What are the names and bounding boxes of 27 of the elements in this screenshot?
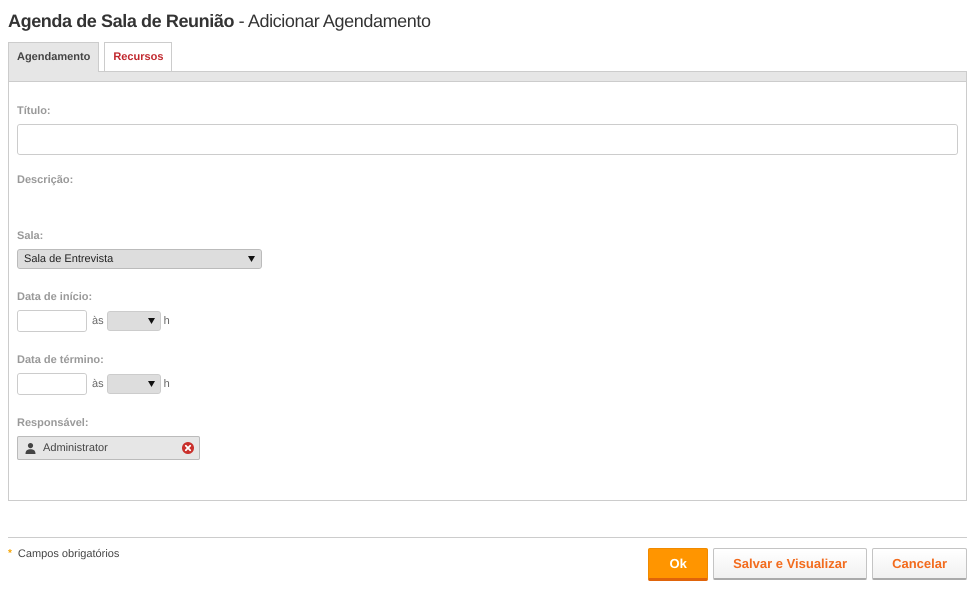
field-label: Título: (17, 105, 52, 118)
remove-icon[interactable] (182, 442, 194, 454)
caret-icon (248, 256, 255, 262)
field-label: Responsável: (17, 417, 90, 430)
hour-unit: h (164, 314, 170, 329)
date-input[interactable] (17, 373, 87, 395)
tab[interactable]: Agendamento (8, 42, 100, 72)
field-label: Descrição: (17, 174, 74, 187)
hour-select[interactable] (106, 311, 161, 331)
user-field[interactable]: Administrator (17, 436, 200, 460)
hour-select[interactable] (106, 374, 161, 394)
required-note: Campos obrigatórios (18, 548, 120, 561)
field-label: Data de término: (17, 354, 105, 367)
at-text: às (92, 376, 104, 392)
hour-unit: h (164, 376, 170, 392)
person-icon (25, 442, 36, 454)
at-text: às (92, 314, 104, 329)
field-label: Data de início: (17, 291, 94, 304)
required-asterisk: * (8, 547, 12, 560)
field-label: Sala: (17, 230, 44, 243)
caret-icon (148, 381, 155, 387)
caret-icon (148, 318, 155, 324)
date-input[interactable] (17, 310, 87, 332)
tab[interactable]: Recursos (104, 42, 172, 71)
room-select[interactable]: Sala de Entrevista (17, 249, 262, 269)
page-title: Agenda de Sala de Reunião - Adicionar Agendamento (8, 10, 432, 32)
title-input[interactable] (17, 124, 958, 155)
